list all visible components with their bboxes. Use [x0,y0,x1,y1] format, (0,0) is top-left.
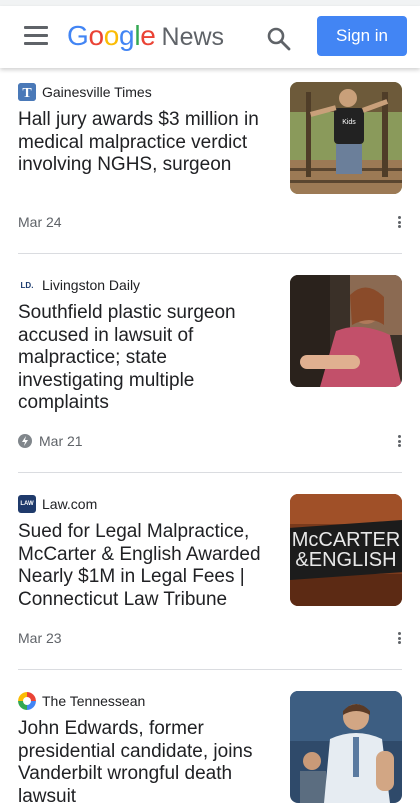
sign-in-button[interactable]: Sign in [317,16,407,56]
menu-icon[interactable] [24,26,48,48]
article-date: Mar 24 [18,214,62,230]
logo-news-text: News [161,23,225,51]
source-name: The Tennessean [42,693,146,709]
tennessean-logo-icon [18,692,36,710]
more-options-icon[interactable] [392,213,406,231]
more-options-icon[interactable] [392,432,406,450]
article-source[interactable]: LAW Law.com [18,495,97,513]
article-thumbnail[interactable]: Kids [290,82,402,194]
article-headline[interactable]: Sued for Legal Malpractice, McCarter & E… [18,521,276,611]
google-news-logo[interactable]: G o o g l e News [67,20,224,54]
article-meta: Mar 24 [18,214,62,230]
livingston-daily-logo-icon: LD. [18,276,36,294]
logo-letter: o [88,20,104,51]
logo-letter: e [140,20,156,51]
logo-letter: o [103,20,120,51]
article-source[interactable]: T Gainesville Times [18,83,152,101]
article-date: Mar 23 [18,630,62,646]
thumb-text: McCARTER [292,529,401,551]
article-meta: Mar 21 [18,433,83,449]
article-headline[interactable]: Southfield plastic surgeon accused in la… [18,302,276,415]
top-app-bar: G o o g l e News Sign in [0,6,420,68]
law-com-logo-icon: LAW [18,495,36,513]
gainesville-times-logo-icon: T [18,83,36,101]
source-name: Livingston Daily [42,277,141,293]
article-date: Mar 21 [39,433,83,449]
article-source[interactable]: LD. Livingston Daily [18,276,140,294]
svg-text:Kids: Kids [342,119,356,126]
source-name: Law.com [42,496,98,512]
article-meta: Mar 23 [18,630,62,646]
logo-letter: G [67,20,89,51]
logo-letter: g [119,20,135,51]
search-icon[interactable] [266,26,292,52]
article-headline[interactable]: Hall jury awards $3 million in medical m… [18,109,276,177]
amp-icon [18,434,32,448]
svg-text:T: T [22,86,32,101]
article-thumbnail[interactable] [290,691,402,803]
article-thumbnail[interactable] [290,275,402,387]
article-headline[interactable]: John Edwards, former presidential candid… [18,718,276,808]
article-divider [18,253,402,254]
article-source[interactable]: The Tennessean [18,692,145,710]
article-divider [18,669,402,670]
more-options-icon[interactable] [392,629,406,647]
article-divider [18,472,402,473]
source-name: Gainesville Times [42,84,152,100]
article-thumbnail[interactable]: McCARTER &ENGLISH [290,494,402,606]
thumb-text: &ENGLISH [295,549,396,571]
